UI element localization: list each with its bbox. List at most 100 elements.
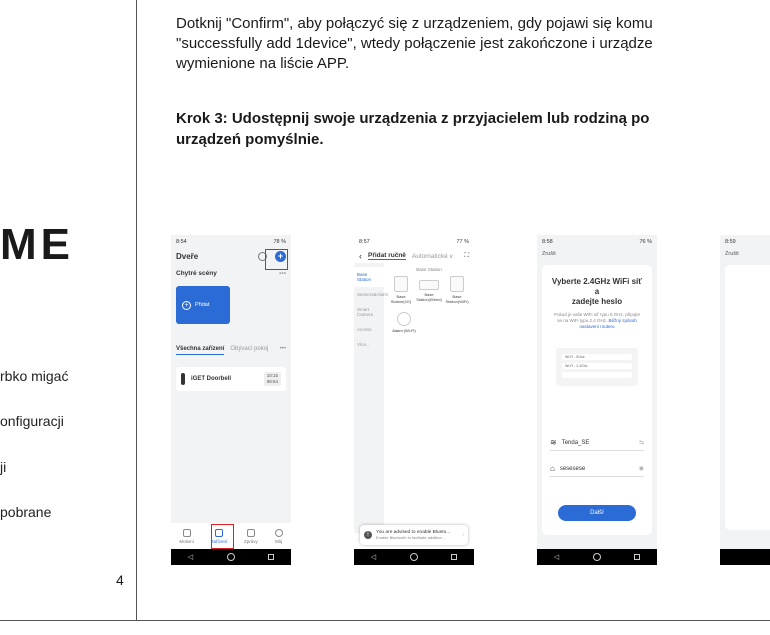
status-bar: 8:59: [720, 235, 770, 249]
eye-icon[interactable]: ◉: [639, 465, 644, 472]
vertical-divider: [136, 0, 137, 621]
wifi-icon: ≋: [550, 438, 557, 447]
status-time: 8:57: [359, 239, 370, 245]
next-button[interactable]: Další: [558, 505, 636, 521]
scenes-title: Chytré scény: [176, 270, 217, 277]
tab-auto-scan[interactable]: Automatické v: [412, 253, 453, 260]
tab-living-room[interactable]: Obývací pokoj: [230, 346, 268, 355]
scenes-icon: [182, 528, 191, 537]
cancel-link[interactable]: Zrušit: [720, 249, 770, 259]
device-option-label: Base Station(4G): [390, 294, 412, 304]
left-list-item: onfiguracji: [0, 413, 64, 429]
paragraph-line: wymienione na liście APP.: [176, 55, 350, 72]
cancel-link[interactable]: Zrušit: [537, 249, 657, 259]
status-battery: 78 %: [273, 239, 286, 245]
device-option[interactable]: Alarm (Wi-Fi): [387, 312, 421, 333]
chevron-right-icon: ›: [462, 532, 464, 538]
page-number: 4: [116, 572, 124, 588]
status-bar: 8:54 78 %: [171, 235, 291, 249]
recents-icon[interactable]: [268, 554, 275, 560]
router-help-link[interactable]: nastavení routeru: [550, 324, 644, 330]
step-heading: Krok 3: Udostępnij swoje urządzenia z pr…: [176, 108, 770, 150]
password-field[interactable]: ⌂ sesesese ◉: [550, 461, 644, 477]
profile-icon: [274, 528, 283, 537]
add-device-header: ‹ Přidat ručně Automatické v ⛶: [354, 249, 474, 263]
status-time: 8:59: [725, 239, 736, 245]
status-battery: 76 %: [639, 239, 652, 245]
tab-all-devices[interactable]: Všechna zařízení: [176, 346, 225, 355]
status-battery: 77 %: [456, 239, 469, 245]
device-option[interactable]: Base Station(4G): [387, 276, 415, 304]
highlight-devices-tab: [211, 524, 234, 549]
bluetooth-toast[interactable]: ! You are advised to enable Blueto... En…: [360, 525, 468, 545]
illustration-row: Wi-Fi - 5Ghz: [562, 354, 632, 360]
device-option[interactable]: Base Station(WiFi): [443, 276, 471, 304]
phone-screenshot-add-device: 8:57 77 % ‹ Přidat ručně Automatické v ⛶…: [354, 235, 474, 565]
left-list-item: pobrane: [0, 504, 52, 520]
home-button-icon[interactable]: [409, 553, 418, 561]
back-icon[interactable]: ◁: [371, 553, 376, 561]
tab-add-manually[interactable]: Přidat ručně: [368, 252, 406, 260]
category-base-station[interactable]: Base Station: [354, 267, 384, 287]
left-list-item: ji: [0, 459, 7, 475]
paragraph-line: "successfully add 1device", wtedy połącz…: [176, 35, 653, 52]
tabbar-messages[interactable]: Zprávy: [244, 528, 258, 544]
scenes-more[interactable]: •••: [279, 270, 286, 277]
category-camera[interactable]: Smart Camera: [354, 302, 384, 322]
device-card[interactable]: iGET Doorbell 10:15 08:54: [176, 367, 286, 391]
ssid-field[interactable]: ≋ Tenda_SE ⇆: [550, 435, 644, 451]
wifi-desc-line: se na WiFi typu 2.4 GHz.: [557, 318, 608, 323]
status-bar: 8:57 77 %: [354, 235, 474, 249]
category-more[interactable]: Více...: [354, 337, 384, 352]
router-help-link[interactable]: Běžný způsob: [609, 318, 637, 323]
highlight-add-button: [265, 249, 288, 270]
android-navbar: ◁: [354, 549, 474, 565]
android-navbar: ◁: [537, 549, 657, 565]
wifi-description: Pokud je vaše WiFi síť typu 5 GHz, připo…: [550, 312, 644, 330]
alarm-icon: [397, 312, 411, 326]
step-line: Krok 3: Udostępnij swoje urządzenia z pr…: [176, 110, 650, 127]
wifi-title: Vyberte 2.4GHz WiFi síť a zadejte heslo: [550, 277, 644, 307]
device-option-label: Alarm (Wi-Fi): [392, 328, 416, 333]
section-title: Base Station: [416, 267, 442, 272]
password-value: sesesese: [559, 465, 586, 472]
home-button-icon[interactable]: [226, 553, 235, 561]
brand-logo: ME: [0, 220, 74, 269]
tabbar-profile[interactable]: Můj: [274, 528, 283, 544]
horizontal-divider: [0, 620, 770, 621]
category-access[interactable]: Access: [354, 322, 384, 337]
doorbell-icon: [181, 373, 185, 385]
tabs-more[interactable]: •••: [280, 346, 286, 355]
switch-network-icon[interactable]: ⇆: [639, 439, 644, 446]
recents-icon[interactable]: [451, 554, 458, 560]
category-sensors[interactable]: Sensors&Alarm: [354, 287, 388, 302]
android-navbar: ◁: [171, 549, 291, 565]
partial-card: [725, 265, 770, 530]
back-icon[interactable]: ◁: [554, 553, 559, 561]
tabbar-label: Motivní: [179, 538, 194, 544]
status-time: 8:54: [176, 239, 187, 245]
tabbar-scenes[interactable]: Motivní: [179, 528, 194, 544]
device-option[interactable]: Base Station(Wired): [415, 276, 443, 304]
base-station-icon: [419, 280, 439, 290]
wifi-illustration: Wi-Fi - 5Ghz Wi-Fi - 2.4Ghz: [556, 348, 638, 386]
instruction-paragraph: Dotknij "Confirm", aby połączyć się z ur…: [176, 14, 770, 74]
left-list-item: rbko migać: [0, 368, 69, 384]
bluetooth-icon: !: [364, 531, 372, 539]
recents-icon[interactable]: [634, 554, 641, 560]
lock-icon: ⌂: [550, 464, 555, 473]
device-catalog: Base Station Base Station(4G) Base Stati…: [384, 263, 474, 533]
illustration-row: Wi-Fi - 2.4Ghz: [562, 363, 632, 369]
device-time-2: 08:54: [266, 379, 278, 384]
add-scene-card[interactable]: + Přidat: [176, 286, 230, 324]
device-name: iGET Doorbell: [191, 376, 232, 382]
paragraph-line: Dotknij "Confirm", aby połączyć się z ur…: [176, 15, 653, 32]
status-time: 8:58: [542, 239, 553, 245]
home-title[interactable]: Dveře: [176, 252, 198, 261]
message-icon: [246, 528, 255, 537]
home-button-icon[interactable]: [592, 553, 601, 561]
status-bar: 8:58 76 %: [537, 235, 657, 249]
back-icon[interactable]: ◁: [188, 553, 193, 561]
back-arrow-icon[interactable]: ‹: [359, 251, 362, 261]
scan-icon[interactable]: ⛶: [464, 252, 469, 260]
